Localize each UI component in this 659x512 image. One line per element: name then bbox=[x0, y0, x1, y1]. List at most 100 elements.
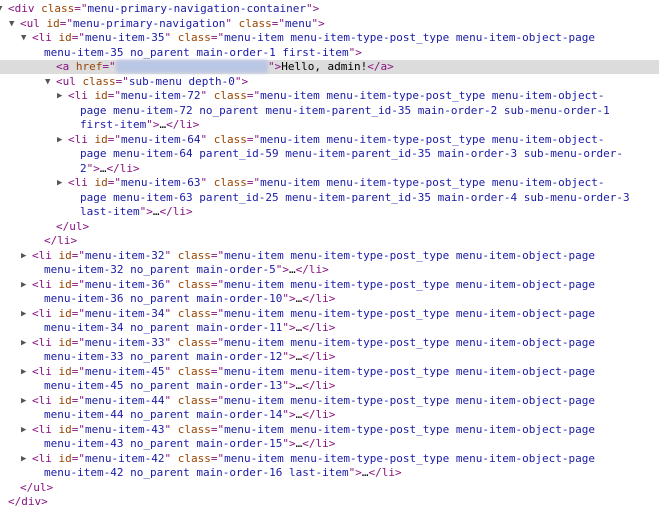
dom-tree-row[interactable]: menu-item-43 no_parent main-order-15">…<… bbox=[0, 437, 659, 451]
dom-tree-row[interactable]: ▼ <li id="menu-item-35" class="menu-item … bbox=[0, 31, 659, 45]
dom-tree-row[interactable]: 2">…</li> bbox=[0, 162, 659, 176]
dom-tree-row[interactable]: ▶ <li id="menu-item-34" class="menu-item … bbox=[0, 307, 659, 321]
tag-token: </div> bbox=[8, 495, 48, 508]
attr-name: class bbox=[177, 393, 211, 407]
collapse-right-icon[interactable]: ▶ bbox=[21, 423, 26, 437]
tag-token: " bbox=[164, 335, 178, 349]
collapse-right-icon[interactable]: ▶ bbox=[21, 336, 26, 350]
dom-tree-row[interactable]: ▼ <ul class="sub-menu depth-0"> bbox=[0, 75, 659, 89]
attr-value: menu-item-42 bbox=[85, 451, 165, 465]
attr-name: class bbox=[177, 364, 211, 378]
tag-token: =" bbox=[102, 60, 116, 73]
tag-token: =" bbox=[246, 89, 261, 102]
dom-tree-row[interactable]: ▶ <li id="menu-item-36" class="menu-item … bbox=[0, 278, 659, 292]
dom-tree-row[interactable]: </div> bbox=[0, 495, 659, 509]
tag-token: =" bbox=[210, 422, 225, 436]
attr-name: class bbox=[177, 422, 211, 436]
tag-token: =" bbox=[210, 248, 225, 262]
expand-down-icon[interactable]: ▼ bbox=[9, 17, 14, 31]
collapse-right-icon[interactable]: ▶ bbox=[21, 278, 26, 292]
dom-tree-row[interactable]: page menu-item-64 parent_id-59 menu-item… bbox=[0, 147, 659, 161]
tag-token: =" bbox=[74, 2, 88, 15]
dom-tree-row[interactable]: menu-item-36 no_parent main-order-10">…<… bbox=[0, 292, 659, 306]
dom-tree-row[interactable]: last-item">…</li> bbox=[0, 205, 659, 219]
dom-tree-row[interactable]: </ul> bbox=[0, 220, 659, 234]
dom-tree-row[interactable]: page menu-item-72 no_parent menu-item-pa… bbox=[0, 104, 659, 118]
dom-tree-panel: ▼<div class="menu-primary-navigation-con… bbox=[0, 0, 659, 512]
collapse-right-icon[interactable]: ▶ bbox=[21, 307, 26, 321]
collapse-right-icon[interactable]: ▶ bbox=[57, 176, 62, 190]
tag-token: =" bbox=[210, 277, 225, 291]
tag-token: =" bbox=[271, 16, 285, 30]
attr-value: menu-item-44 bbox=[85, 393, 165, 407]
dom-tree-row[interactable]: ▶ <li id="menu-item-45" class="menu-item … bbox=[0, 365, 659, 379]
dom-tree-row[interactable]: ▶ <li id="menu-item-63" class="menu-item … bbox=[0, 176, 659, 190]
attr-value: menu-item-44 no_parent main-order-14 bbox=[44, 408, 283, 421]
dom-tree-row[interactable]: menu-item-42 no_parent main-order-16 las… bbox=[0, 466, 659, 480]
attr-value: menu-item menu-item-type-post_type menu-… bbox=[224, 451, 595, 465]
dom-tree-row[interactable]: first-item">…</li> bbox=[0, 118, 659, 132]
attr-name: id bbox=[58, 31, 72, 44]
dom-tree-row[interactable]: menu-item-35 no_parent main-order-1 firs… bbox=[0, 46, 659, 60]
dom-tree-row[interactable]: ▼ <ul id="menu-primary-navigation" class=… bbox=[0, 17, 659, 31]
collapse-right-icon[interactable]: ▶ bbox=[21, 452, 26, 466]
redacted-href[interactable]: http://example.com/home bbox=[115, 60, 268, 73]
attr-value: menu-item-34 no_parent main-order-11 bbox=[44, 321, 283, 334]
dom-tree-row[interactable]: ▶ <li id="menu-item-72" class="menu-item … bbox=[0, 89, 659, 103]
expand-down-icon[interactable]: ▼ bbox=[45, 75, 50, 89]
attr-value: menu-item-35 no_parent main-order-1 firs… bbox=[44, 45, 349, 59]
dom-tree-row[interactable]: </li> bbox=[0, 234, 659, 248]
tag-token: =" bbox=[71, 31, 85, 44]
tag-token: =" bbox=[210, 306, 225, 320]
tag-token: " bbox=[164, 364, 178, 378]
tag-token: "> bbox=[282, 379, 296, 392]
node-markup: <a href="http://example.com/home">Hello,… bbox=[56, 60, 394, 74]
expand-down-icon[interactable]: ▼ bbox=[21, 31, 26, 45]
dom-tree-row[interactable]: menu-item-32 no_parent main-order-5">…</… bbox=[0, 263, 659, 277]
dom-tree-row[interactable]: ▶ <li id="menu-item-32" class="menu-item … bbox=[0, 249, 659, 263]
attr-name: class bbox=[177, 306, 211, 320]
collapse-right-icon[interactable]: ▶ bbox=[21, 249, 26, 263]
tag-token: "> bbox=[282, 292, 296, 305]
attr-name: id bbox=[58, 451, 72, 465]
collapse-right-icon[interactable]: ▶ bbox=[21, 365, 26, 379]
dom-tree-row[interactable]: menu-item-33 no_parent main-order-12">…<… bbox=[0, 350, 659, 364]
tag-token: =" bbox=[115, 74, 129, 88]
tag-token: </ul> bbox=[56, 219, 90, 233]
tag-token: "> bbox=[267, 60, 282, 73]
dom-tree-row[interactable]: ▶ <li id="menu-item-44" class="menu-item … bbox=[0, 394, 659, 408]
dom-tree-row[interactable]: menu-item-45 no_parent main-order-13">…<… bbox=[0, 379, 659, 393]
dom-tree-row[interactable]: menu-item-34 no_parent main-order-11">…<… bbox=[0, 321, 659, 335]
collapse-right-icon[interactable]: ▶ bbox=[57, 133, 62, 147]
attr-value: menu-primary-navigation bbox=[73, 16, 226, 30]
collapse-right-icon[interactable]: ▶ bbox=[21, 394, 26, 408]
attr-name: id bbox=[94, 176, 108, 189]
tag-token: =" bbox=[71, 248, 85, 262]
tag-token: " bbox=[200, 89, 214, 102]
attr-value: page menu-item-64 parent_id-59 menu-item… bbox=[80, 147, 624, 160]
dom-tree-row[interactable]: ▶ <li id="menu-item-33" class="menu-item … bbox=[0, 336, 659, 350]
attr-value: menu-item-33 no_parent main-order-12 bbox=[44, 350, 283, 363]
tag-token: <li bbox=[32, 393, 59, 407]
selected-node-row[interactable]: <a href="http://example.com/home">Hello,… bbox=[0, 60, 659, 74]
attr-value: menu bbox=[284, 16, 312, 30]
dom-tree-row[interactable]: page menu-item-63 parent_id-25 menu-item… bbox=[0, 191, 659, 205]
dom-tree-row[interactable]: ▶ <li id="menu-item-42" class="menu-item … bbox=[0, 452, 659, 466]
tag-token: =" bbox=[210, 393, 225, 407]
attr-value: menu-item menu-item-type-post_type menu-… bbox=[224, 422, 595, 436]
dom-tree-row[interactable]: menu-item-44 no_parent main-order-14">…<… bbox=[0, 408, 659, 422]
expand-down-icon[interactable]: ▼ bbox=[0, 2, 2, 16]
node-markup: <ul class="sub-menu depth-0"> bbox=[56, 75, 248, 89]
node-markup: <li id="menu-item-35" class="menu-item m… bbox=[32, 31, 595, 45]
node-markup: </li> bbox=[44, 234, 77, 248]
dom-tree-row[interactable]: ▶ <li id="menu-item-43" class="menu-item … bbox=[0, 423, 659, 437]
tag-token: =" bbox=[107, 132, 121, 146]
dom-tree-row[interactable]: ▶ <li id="menu-item-64" class="menu-item … bbox=[0, 133, 659, 147]
node-markup: menu-item-42 no_parent main-order-16 las… bbox=[44, 466, 402, 480]
tag-token: <li bbox=[68, 89, 95, 102]
dom-tree-row[interactable]: ▼ <div class="menu-primary-navigation-con… bbox=[0, 2, 659, 16]
collapse-right-icon[interactable]: ▶ bbox=[57, 89, 62, 103]
text-node: Hello, admin! bbox=[281, 60, 368, 73]
attr-value: menu-item menu-item-type-post_type menu-… bbox=[224, 306, 595, 320]
dom-tree-row[interactable]: </ul> bbox=[0, 481, 659, 495]
